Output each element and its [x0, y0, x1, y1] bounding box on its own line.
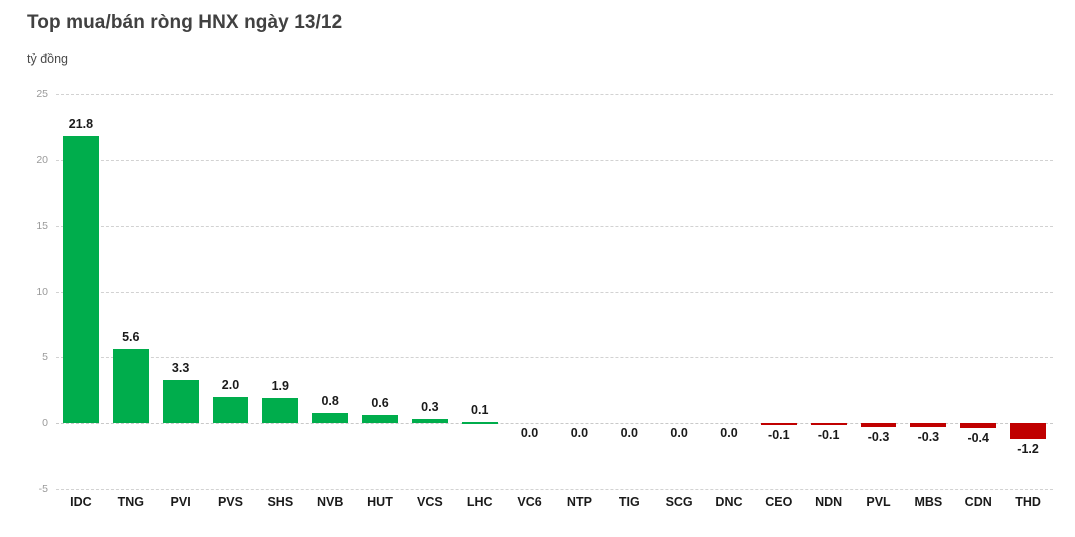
bar-group[interactable]: 2.0 [206, 94, 256, 489]
bar[interactable] [960, 423, 997, 429]
bar[interactable] [860, 423, 897, 428]
x-tick-label: CDN [964, 495, 992, 509]
bar[interactable] [1010, 423, 1046, 439]
bar[interactable] [910, 423, 947, 428]
bar-value-label: -0.3 [867, 430, 890, 445]
x-tick-label: IDC [70, 495, 92, 509]
bar-group[interactable]: 21.8 [56, 94, 106, 489]
bar-value-label: 0.0 [570, 426, 589, 441]
bar-group[interactable]: 0.0 [505, 94, 555, 489]
x-tick-label: DNC [715, 495, 743, 509]
bar-value-label: -0.4 [967, 431, 989, 446]
bar[interactable] [112, 349, 149, 424]
y-tick-label: 20 [36, 153, 48, 166]
bar-value-label: 0.0 [520, 426, 539, 441]
x-tick-label: NDN [815, 495, 843, 509]
y-tick-label: 15 [36, 219, 48, 232]
bar-group[interactable]: 0.0 [654, 94, 704, 489]
x-tick-label: CEO [765, 495, 793, 509]
bar[interactable] [312, 412, 349, 424]
x-tick-label: TNG [117, 495, 144, 509]
x-tick-label: PVL [866, 495, 891, 509]
bar-group[interactable]: -0.1 [804, 94, 854, 489]
bar-value-label: 21.8 [68, 117, 94, 132]
bar-value-label: -1.2 [1017, 441, 1039, 456]
y-tick-label: 0 [42, 417, 48, 430]
x-tick-label: VC6 [517, 495, 542, 509]
y-axis: 25 20 15 10 5 0 -5 [0, 88, 48, 495]
bar-group[interactable]: 0.8 [305, 94, 355, 489]
bar-group[interactable]: 5.6 [106, 94, 156, 489]
bar-value-label: 5.6 [122, 330, 140, 345]
bar[interactable] [212, 396, 249, 424]
bar-value-label: 0.0 [620, 426, 638, 441]
bar-group[interactable]: 0.0 [555, 94, 605, 489]
y-tick-label: 25 [36, 88, 48, 100]
bar-group[interactable]: -1.2 [1003, 94, 1053, 489]
bar-group[interactable]: -0.3 [854, 94, 904, 489]
bar-group[interactable]: 3.3 [156, 94, 206, 489]
bar-group[interactable]: 0.0 [604, 94, 654, 489]
y-tick-label: -5 [38, 483, 48, 495]
bar-value-label: 0.3 [421, 400, 439, 415]
x-tick-label: HUT [367, 495, 393, 509]
bar-group[interactable]: -0.1 [754, 94, 804, 489]
x-axis: IDC TNG PVI PVS SHS NVB HUT VCS LHC VC6 NTP TIG SCG D… [56, 495, 1053, 525]
bar-group[interactable]: 0.1 [455, 94, 505, 489]
bar-value-label: 1.9 [271, 379, 289, 394]
gridline [56, 489, 1053, 490]
y-tick-label: 10 [36, 285, 48, 298]
bar-group[interactable]: -0.4 [953, 94, 1003, 489]
bar-value-label: -0.1 [817, 428, 840, 443]
bar-value-label: 0.0 [670, 426, 688, 441]
x-tick-label: PVI [170, 495, 191, 509]
y-tick-label: 5 [42, 351, 48, 364]
chart-title: Top mua/bán ròng HNX ngày 13/12 [27, 12, 343, 33]
bar-group[interactable]: 1.9 [255, 94, 305, 489]
chart-container: Top mua/bán ròng HNX ngày 13/12 tỷ đồng … [0, 0, 1075, 537]
bar-value-label: 0.1 [471, 402, 489, 417]
bar-value-label: -0.1 [768, 428, 790, 443]
y-axis-unit-label: tỷ đồng [27, 52, 69, 66]
x-tick-label: NTP [566, 495, 592, 509]
x-tick-label: VCS [417, 495, 443, 509]
bar-value-label: 0.6 [371, 396, 389, 411]
bar[interactable] [810, 423, 847, 426]
x-tick-label: NVB [316, 495, 344, 509]
bar-value-label: -0.3 [917, 430, 940, 445]
bar[interactable] [62, 136, 99, 424]
bar-group[interactable]: -0.3 [903, 94, 953, 489]
bar-value-label: 0.0 [720, 426, 738, 441]
bar[interactable] [362, 415, 398, 424]
bar[interactable] [262, 398, 299, 424]
bar[interactable] [461, 421, 498, 424]
x-tick-label: MBS [914, 495, 943, 509]
bar-value-label: 0.8 [321, 393, 339, 408]
bar-group[interactable]: 0.6 [355, 94, 405, 489]
bar-value-label: 3.3 [171, 360, 190, 375]
x-tick-label: SHS [267, 495, 294, 509]
bar[interactable] [162, 379, 199, 424]
x-tick-label: SCG [665, 495, 693, 509]
plot-area: 21.8 5.6 3.3 2.0 1.9 0.8 0.6 0.3 0.1 0.0 0.0 0.0 0.0… [56, 94, 1053, 490]
bar-group[interactable]: 0.3 [405, 94, 455, 489]
x-tick-label: TIG [618, 495, 640, 509]
x-tick-label: THD [1015, 495, 1041, 509]
bar-value-label: 2.0 [221, 377, 240, 392]
bar-group[interactable]: 0.0 [704, 94, 754, 489]
bar[interactable] [411, 419, 448, 424]
bar[interactable] [760, 423, 797, 426]
x-tick-label: LHC [466, 495, 493, 509]
x-tick-label: PVS [217, 495, 243, 509]
